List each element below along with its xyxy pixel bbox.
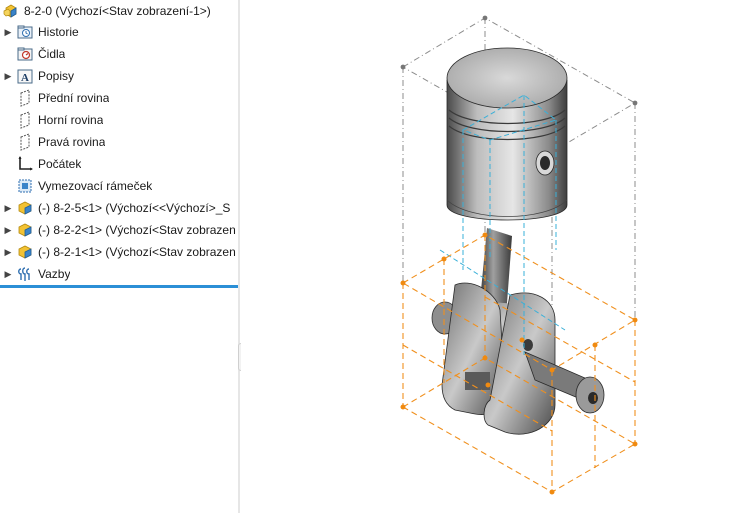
plane-icon bbox=[16, 111, 34, 129]
tree-item-label: Přední rovina bbox=[38, 91, 110, 105]
feature-manager-tree: 8-2-0 (Výchozí<Stav zobrazení-1>) ▶ Hist… bbox=[0, 0, 238, 513]
origin-icon bbox=[16, 155, 34, 173]
tree-item-right-plane[interactable]: Pravá rovina bbox=[0, 131, 238, 153]
tree-item-label: Popisy bbox=[38, 69, 75, 83]
assembly-icon bbox=[2, 2, 20, 20]
tree-item-label: Vazby bbox=[38, 267, 71, 281]
tree-item-annotations[interactable]: ▶ A Popisy bbox=[0, 65, 238, 87]
tree-item-front-plane[interactable]: Přední rovina bbox=[0, 87, 238, 109]
tree-item-part-8-2-1[interactable]: ▶ (-) 8-2-1<1> (Výchozí<Stav zobrazen bbox=[0, 241, 238, 263]
part-icon bbox=[16, 199, 34, 217]
tree-item-part-8-2-5[interactable]: ▶ (-) 8-2-5<1> (Výchozí<<Výchozí>_S bbox=[0, 197, 238, 219]
history-folder-icon bbox=[16, 23, 34, 41]
tree-item-sensors[interactable]: Čidla bbox=[0, 43, 238, 65]
panel-splitter[interactable] bbox=[238, 0, 240, 513]
bounding-box-icon bbox=[16, 177, 34, 195]
tree-item-origin[interactable]: Počátek bbox=[0, 153, 238, 175]
part-icon bbox=[16, 221, 34, 239]
expand-arrow-icon[interactable]: ▶ bbox=[0, 269, 16, 280]
model-view-svg bbox=[400, 15, 638, 495]
expand-arrow-icon[interactable]: ▶ bbox=[0, 247, 16, 258]
mates-icon bbox=[16, 265, 34, 283]
expand-arrow-icon[interactable]: ▶ bbox=[0, 203, 16, 214]
tree-item-top-plane[interactable]: Horní rovina bbox=[0, 109, 238, 131]
tree-item-part-8-2-2[interactable]: ▶ (-) 8-2-2<1> (Výchozí<Stav zobrazen bbox=[0, 219, 238, 241]
tree-item-label: Počátek bbox=[38, 157, 82, 171]
tree-item-mates[interactable]: ▶ Vazby bbox=[0, 263, 238, 285]
piston bbox=[446, 47, 568, 221]
svg-text:A: A bbox=[21, 72, 29, 84]
tree-root-label: 8-2-0 (Výchozí<Stav zobrazení-1>) bbox=[24, 4, 211, 18]
tree-item-label: Pravá rovina bbox=[38, 135, 106, 149]
tree-item-history[interactable]: ▶ Historie bbox=[0, 21, 238, 43]
annotations-icon: A bbox=[16, 67, 34, 85]
expand-arrow-icon[interactable]: ▶ bbox=[0, 71, 16, 82]
tree-item-bounding-box[interactable]: Vymezovací rámeček bbox=[0, 175, 238, 197]
plane-icon bbox=[16, 133, 34, 151]
plane-icon bbox=[16, 89, 34, 107]
tree-item-label: (-) 8-2-5<1> (Výchozí<<Výchozí>_S bbox=[38, 201, 231, 215]
tree-item-label: (-) 8-2-1<1> (Výchozí<Stav zobrazen bbox=[38, 245, 236, 259]
expand-arrow-icon[interactable]: ▶ bbox=[0, 225, 16, 236]
tree-item-label: Čidla bbox=[38, 47, 66, 61]
tree-root-assembly[interactable]: 8-2-0 (Výchozí<Stav zobrazení-1>) bbox=[0, 0, 238, 22]
expand-arrow-icon[interactable]: ▶ bbox=[0, 27, 16, 38]
rollback-bar[interactable] bbox=[0, 285, 238, 288]
tree-item-label: Horní rovina bbox=[38, 113, 104, 127]
tree-item-label: Vymezovací rámeček bbox=[38, 179, 153, 193]
graphics-viewport[interactable] bbox=[241, 0, 750, 513]
part-icon bbox=[16, 243, 34, 261]
tree-item-label: (-) 8-2-2<1> (Výchozí<Stav zobrazen bbox=[38, 223, 236, 237]
sensors-icon bbox=[16, 45, 34, 63]
tree-item-label: Historie bbox=[38, 25, 79, 39]
